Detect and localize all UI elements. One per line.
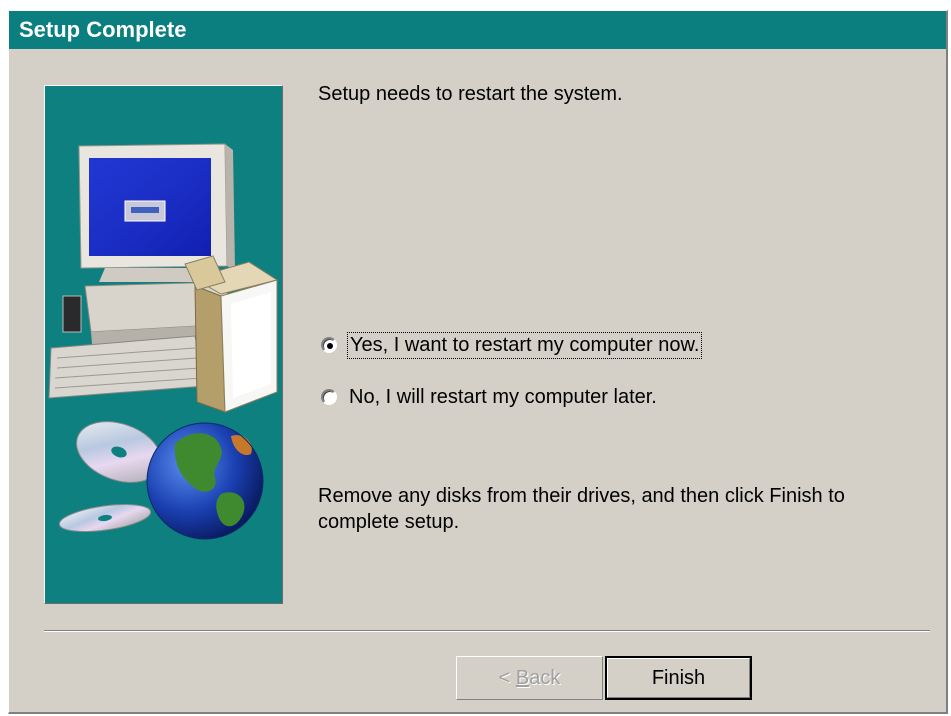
window-title: Setup Complete (19, 17, 187, 42)
globe-icon (146, 422, 264, 540)
restart-now-label[interactable]: Yes, I want to restart my computer now. (346, 331, 703, 359)
software-box-icon (184, 255, 279, 413)
finish-instructions: Remove any disks from their drives, and … (318, 485, 845, 533)
finish-button[interactable]: Finish (605, 656, 752, 700)
back-button[interactable]: < Back (456, 656, 603, 700)
restart-later-radio[interactable] (321, 389, 337, 405)
back-button-label: < Back (498, 666, 561, 689)
restart-now-radio[interactable] (321, 337, 337, 353)
restart-message: Setup needs to restart the system. (318, 83, 623, 105)
setup-complete-dialog: Setup Complete Setup needs to restart th… (8, 10, 948, 714)
restart-later-option[interactable]: No, I will restart my computer later. (321, 383, 657, 411)
setup-illustration-panel (44, 85, 283, 604)
finish-button-label: Finish (651, 666, 706, 689)
setup-illustration (48, 143, 279, 540)
separator-line (44, 630, 930, 632)
title-bar: Setup Complete (9, 11, 946, 49)
restart-later-label[interactable]: No, I will restart my computer later. (349, 386, 657, 409)
restart-now-option[interactable]: Yes, I want to restart my computer now. (321, 331, 703, 359)
